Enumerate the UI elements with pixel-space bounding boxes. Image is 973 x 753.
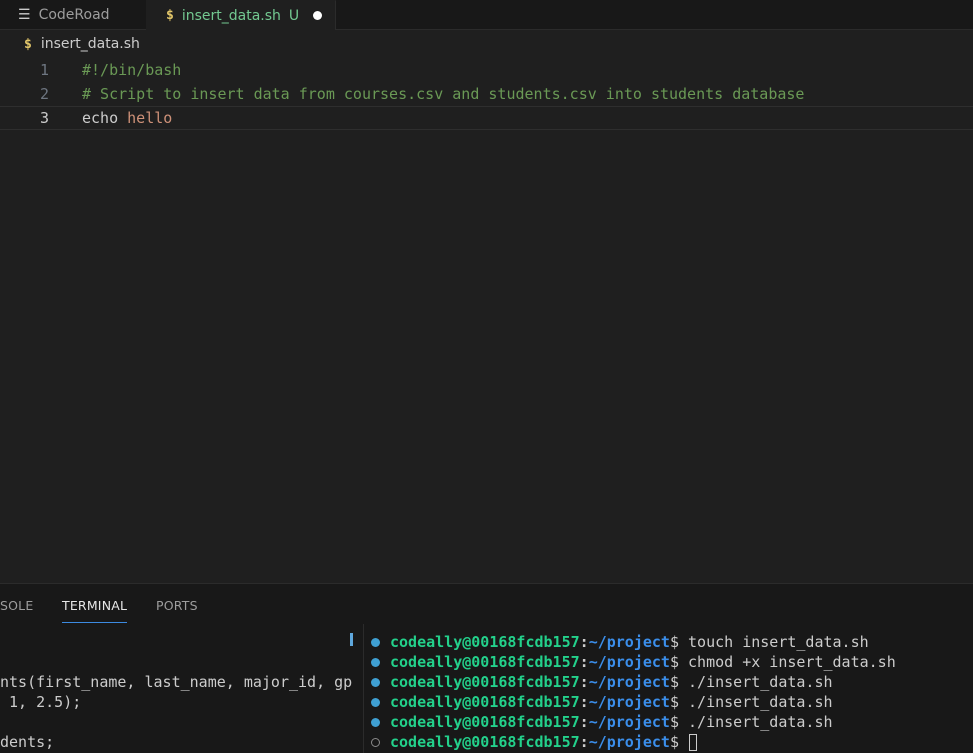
terminal-command-line: codeally@00168fcdb157: ~/project $ touch i… (371, 632, 896, 652)
tab-ports[interactable]: PORTS (156, 584, 198, 622)
terminal-command-line: codeally@00168fcdb157: ~/project $ ./inser… (371, 692, 896, 712)
terminal-output-line: dents; (0, 733, 55, 751)
terminal-command-line: codeally@00168fcdb157: ~/project $ ./inser… (371, 672, 896, 692)
tab-label: insert_data.sh (181, 7, 281, 24)
command-success-icon[interactable] (371, 657, 380, 667)
tab-terminal[interactable]: TERMINAL (62, 584, 128, 623)
code-editor[interactable]: 1 #!/bin/bash 2 # Script to insert data … (0, 58, 973, 130)
tab-insert-data[interactable]: $ insert_data.sh U (146, 0, 336, 30)
terminal-prompt-line[interactable]: codeally@00168fcdb157: ~/project $ (371, 732, 896, 752)
list-icon: ☰ (18, 6, 31, 23)
code-line[interactable]: 2 # Script to insert data from courses.c… (0, 82, 973, 106)
command-success-icon[interactable] (371, 677, 380, 687)
untracked-badge: U (288, 7, 300, 24)
pane-divider[interactable] (363, 624, 364, 753)
terminal-right-pane[interactable]: codeally@00168fcdb157: ~/project $ touch i… (371, 632, 896, 752)
current-code-line[interactable]: 3 echo hello (0, 106, 973, 130)
line-number: 2 (39, 85, 49, 103)
code-text[interactable]: #!/bin/bash (82, 58, 181, 82)
terminal-output-line: nts(first_name, last_name, major_id, gp (0, 673, 352, 691)
command-success-icon[interactable] (371, 697, 380, 707)
command-success-icon[interactable] (371, 637, 380, 647)
code-text[interactable]: echo hello (82, 107, 172, 129)
bottom-panel: SOLE TERMINAL PORTS nts(first_name, last… (0, 583, 973, 753)
terminal-command-line: codeally@00168fcdb157: ~/project $ chmod +… (371, 652, 896, 672)
line-number: 3 (39, 109, 49, 127)
unsaved-dot-icon[interactable] (313, 11, 323, 20)
echo-keyword: echo (82, 109, 119, 127)
tab-coderoad[interactable]: ☰ CodeRoad (0, 0, 146, 29)
editor-tab-bar: ☰ CodeRoad $ insert_data.sh U (0, 0, 973, 30)
line-number: 1 (39, 61, 49, 79)
command-success-icon[interactable] (371, 717, 380, 727)
terminal-left-pane[interactable]: nts(first_name, last_name, major_id, gp … (0, 624, 352, 753)
dollar-icon: $ (166, 8, 174, 23)
terminal-command-line: codeally@00168fcdb157: ~/project $ ./inser… (371, 712, 896, 732)
dollar-icon: $ (24, 36, 32, 52)
code-line[interactable]: 1 #!/bin/bash (0, 58, 973, 82)
echo-argument: hello (127, 109, 173, 127)
breadcrumb[interactable]: $ insert_data.sh (24, 33, 140, 55)
tab-label: CodeRoad (38, 6, 110, 23)
terminal-scrollbar[interactable] (350, 633, 353, 646)
terminal-cursor (689, 733, 698, 751)
tab-debug-console[interactable]: SOLE (0, 584, 33, 622)
breadcrumb-file[interactable]: insert_data.sh (41, 36, 140, 52)
code-text[interactable]: # Script to insert data from courses.csv… (82, 82, 804, 106)
command-pending-icon (371, 737, 380, 747)
terminal-output-line: 1, 2.5); (0, 693, 82, 711)
